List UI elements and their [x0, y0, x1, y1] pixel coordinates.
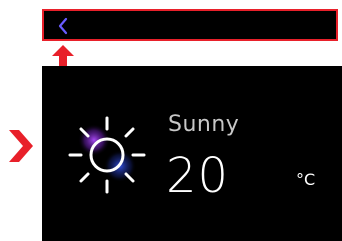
chevron-left-icon — [58, 17, 68, 35]
chevron-right-icon — [9, 130, 33, 162]
temperature-value: 20 — [166, 148, 230, 204]
screen: Sunny 20 °C — [0, 0, 342, 241]
weather-panel: Sunny 20 °C — [42, 66, 342, 241]
top-bar-highlight — [42, 9, 338, 41]
sun-icon — [68, 116, 146, 194]
back-button[interactable] — [54, 15, 72, 37]
temperature-unit: °C — [296, 170, 316, 189]
weather-condition: Sunny — [168, 112, 240, 137]
